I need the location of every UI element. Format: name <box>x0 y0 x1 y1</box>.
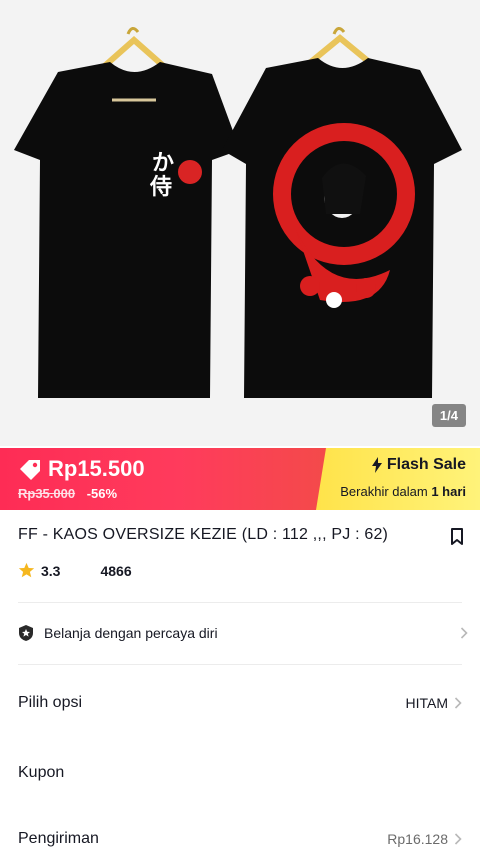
flash-sale-timer-panel: Flash Sale Berakhir dalam 1 hari <box>316 448 480 510</box>
chevron-right-icon <box>454 833 462 845</box>
flash-sale-banner: Rp15.500 Rp35.000 -56% Flash Sale Berakh… <box>0 448 480 510</box>
image-page-indicator: 1/4 <box>431 404 466 427</box>
chevron-right-icon <box>460 627 468 639</box>
product-image-gallery[interactable]: か 侍 1/4 <box>0 0 480 446</box>
rating-row[interactable]: 3.3 4866 <box>18 562 132 579</box>
star-icon <box>18 562 35 578</box>
coupon-row[interactable]: Kupon <box>18 764 462 782</box>
svg-text:か: か <box>152 151 174 176</box>
product-title: FF - KAOS OVERSIZE KEZIE (LD : 112 ,,, P… <box>18 526 389 543</box>
sold-count: 4866 <box>100 562 132 579</box>
select-option-label: Pilih opsi <box>18 694 83 711</box>
product-title-row: FF - KAOS OVERSIZE KEZIE (LD : 112 ,,, P… <box>18 526 464 546</box>
divider <box>18 664 462 665</box>
rating-value: 3.3 <box>41 562 61 579</box>
flash-sale-ends-prefix: Berakhir dalam <box>340 484 428 499</box>
flash-sale-ends-value: 1 hari <box>431 484 466 499</box>
svg-text:侍: 侍 <box>149 175 172 200</box>
price-tag-icon <box>20 460 40 480</box>
selected-option-value: HITAM <box>405 695 448 711</box>
chevron-right-icon <box>454 697 462 709</box>
shipping-row[interactable]: Pengiriman Rp16.128 <box>18 830 462 848</box>
product-image: か 侍 <box>0 0 480 446</box>
shop-with-confidence-label: Belanja dengan percaya diri <box>44 625 218 641</box>
divider <box>18 602 462 603</box>
sale-price: Rp15.500 <box>48 456 145 481</box>
coupon-label: Kupon <box>18 764 65 781</box>
original-price: Rp35.000 <box>18 486 76 501</box>
shipping-label: Pengiriman <box>18 830 99 847</box>
flash-sale-price-panel: Rp15.500 Rp35.000 -56% <box>0 448 326 510</box>
shop-with-confidence-row[interactable]: Belanja dengan percaya diri <box>18 624 468 642</box>
shipping-cost: Rp16.128 <box>387 831 448 847</box>
shield-icon <box>19 625 33 641</box>
lightning-icon <box>371 457 382 473</box>
flash-sale-label: Flash Sale <box>386 456 466 473</box>
discount-badge: -56% <box>86 486 118 501</box>
select-option-row[interactable]: Pilih opsi HITAM <box>18 694 462 712</box>
bookmark-icon[interactable] <box>450 528 464 546</box>
